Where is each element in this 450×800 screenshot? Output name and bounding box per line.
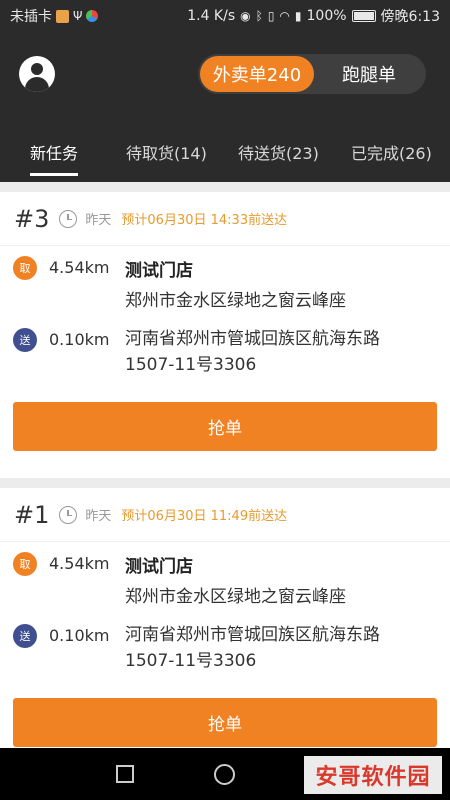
status-tabs: 新任务 待取货(14) 待送货(23) 已完成(26): [0, 132, 450, 180]
home-icon[interactable]: [214, 764, 235, 785]
network-speed: 1.4 K/s: [187, 8, 236, 24]
carrier-label: 未插卡: [10, 9, 52, 25]
delivery-address-line2: 1507-11号3306: [125, 651, 257, 671]
order-card-header: #1 昨天 预计06月30日 11:49前送达: [0, 488, 450, 542]
vibrate-icon: ▯: [267, 9, 275, 23]
order-eta: 预计06月30日 11:49前送达: [121, 509, 288, 524]
delivery-distance: 0.10km: [49, 626, 110, 645]
pickup-address: 郑州市金水区绿地之窗云峰座: [125, 291, 346, 311]
order-eta: 预计06月30日 14:33前送达: [121, 213, 288, 228]
tab-to-pickup[interactable]: 待取货(14): [126, 132, 207, 172]
wifi-icon: ◠: [279, 9, 290, 23]
order-list[interactable]: #3 昨天 预计06月30日 14:33前送达 取 4.54km 测试门店 郑州…: [0, 182, 450, 748]
pickup-distance: 4.54km: [49, 554, 110, 573]
clock-time: 傍晚6:13: [380, 9, 440, 25]
pickup-row: 取 4.54km 测试门店 郑州市金水区绿地之窗云峰座: [0, 256, 450, 316]
pickup-row: 取 4.54km 测试门店 郑州市金水区绿地之窗云峰座: [0, 552, 450, 612]
order-card-header: #3 昨天 预计06月30日 14:33前送达: [0, 192, 450, 246]
delivery-address-line1: 河南省郑州市管城回族区航海东路: [125, 329, 380, 349]
delivery-badge: 送: [13, 328, 37, 352]
order-type-switch[interactable]: 外卖单240 跑腿单: [198, 54, 426, 94]
pickup-distance: 4.54km: [49, 258, 110, 277]
grab-order-button[interactable]: 抢单: [13, 698, 437, 747]
usb-icon: Ψ: [73, 9, 83, 23]
tab-to-deliver[interactable]: 待送货(23): [238, 132, 319, 172]
order-card: #1 昨天 预计06月30日 11:49前送达 取 4.54km 测试门店 郑州…: [0, 488, 450, 748]
order-number: #1: [14, 500, 50, 529]
store-name: 测试门店: [125, 261, 193, 281]
tab-errand-orders[interactable]: 跑腿单: [314, 56, 424, 92]
pickup-address: 郑州市金水区绿地之窗云峰座: [125, 587, 346, 607]
app-notification-icon: [86, 10, 99, 22]
delivery-badge: 送: [13, 624, 37, 648]
recent-apps-icon[interactable]: [116, 765, 134, 783]
grab-order-button[interactable]: 抢单: [13, 402, 437, 451]
clock-icon: [59, 505, 78, 524]
delivery-distance: 0.10km: [49, 330, 110, 349]
status-bar: 未插卡 Ψ 1.4 K/s ◉ ᛒ ▯ ◠ ▮ 100% 傍晚6:13: [0, 0, 450, 32]
delivery-address-line2: 1507-11号3306: [125, 355, 257, 375]
battery-percent: 100%: [306, 8, 347, 24]
pickup-badge: 取: [13, 552, 37, 576]
delivery-address-line1: 河南省郑州市管城回族区航海东路: [125, 625, 380, 645]
clock-icon: [59, 209, 78, 228]
battery-icon: [351, 10, 376, 22]
store-name: 测试门店: [125, 557, 193, 577]
notification-app-icon: [56, 9, 69, 23]
order-number: #3: [14, 204, 50, 233]
delivery-row: 送 0.10km 河南省郑州市管城回族区航海东路 1507-11号3306: [0, 622, 450, 682]
order-day: 昨天: [85, 213, 112, 228]
app-header: 外卖单240 跑腿单 新任务 待取货(14) 待送货(23) 已完成(26): [0, 32, 450, 182]
order-day: 昨天: [85, 509, 112, 524]
order-card: #3 昨天 预计06月30日 14:33前送达 取 4.54km 测试门店 郑州…: [0, 192, 450, 478]
location-icon: ◉: [240, 9, 251, 23]
tab-takeout-orders[interactable]: 外卖单240: [200, 56, 314, 92]
avatar-icon[interactable]: [19, 56, 55, 92]
pickup-badge: 取: [13, 256, 37, 280]
tab-new-tasks[interactable]: 新任务: [30, 132, 79, 176]
watermark-logo: 安哥软件园: [304, 756, 442, 794]
bluetooth-icon: ᛒ: [255, 9, 263, 23]
delivery-row: 送 0.10km 河南省郑州市管城回族区航海东路 1507-11号3306: [0, 326, 450, 386]
tab-completed[interactable]: 已完成(26): [351, 132, 432, 172]
signal-icon: ▮: [294, 9, 302, 23]
system-nav-bar: 安哥软件园: [0, 748, 450, 800]
